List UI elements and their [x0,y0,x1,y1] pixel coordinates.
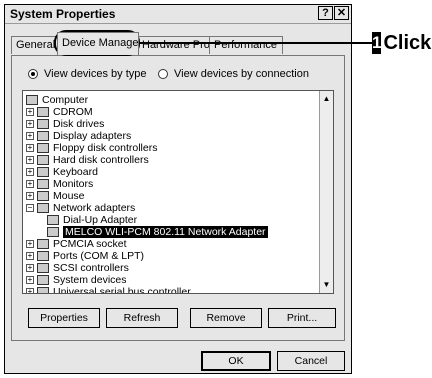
hard-disk-controller-icon [37,154,49,165]
refresh-button[interactable]: Refresh [106,308,178,328]
view-by-connection-label: View devices by connection [174,68,309,80]
expand-icon[interactable]: + [26,275,34,284]
expand-icon[interactable]: + [26,155,34,164]
help-button[interactable]: ? [318,6,333,20]
device-tree[interactable]: Computer + CDROM + Disk drives + Display… [22,90,334,294]
step-number: 1 [372,32,382,54]
monitor-icon [37,178,49,189]
device-manager-panel: View devices by type View devices by con… [11,55,345,341]
expand-icon[interactable]: + [26,167,34,176]
window-title: System Properties [10,7,116,21]
expand-icon[interactable]: + [26,191,34,200]
title-bar: System Properties ? ✕ [5,5,351,24]
scroll-down-icon[interactable]: ▼ [321,279,332,291]
collapse-icon[interactable]: − [26,203,34,212]
radio-selected-icon [28,69,38,79]
tab-performance[interactable]: Performance [209,36,283,54]
callout-pointer-line [140,42,376,44]
system-properties-dialog: System Properties ? ✕ General Device Man… [4,4,352,374]
tree-item[interactable]: + Universal serial bus controller [26,285,191,293]
expand-icon[interactable]: + [26,119,34,128]
expand-icon[interactable]: + [26,251,34,260]
close-button[interactable]: ✕ [334,6,349,20]
scroll-up-icon[interactable]: ▲ [321,93,332,105]
scsi-controller-icon [37,262,49,273]
tab-device-manager[interactable]: Device Manager [57,32,139,55]
radio-unselected-icon [158,69,168,79]
cancel-button[interactable]: Cancel [277,351,345,371]
remove-button[interactable]: Remove [190,308,262,328]
network-card-icon [47,214,59,225]
properties-button[interactable]: Properties [28,308,100,328]
ok-button[interactable]: OK [201,351,271,371]
network-adapter-icon [37,202,49,213]
step-callout: 1 Click [372,30,432,56]
tab-general[interactable]: General [11,36,59,54]
view-by-type-radio[interactable]: View devices by type [28,68,147,80]
network-card-icon [47,226,59,237]
expand-icon[interactable]: + [26,239,34,248]
expand-icon[interactable]: + [26,263,34,272]
tab-hardware-profiles[interactable]: Hardware Profiles [137,36,211,54]
disk-drive-icon [37,118,49,129]
expand-icon[interactable]: + [26,179,34,188]
mouse-icon [37,190,49,201]
cdrom-icon [37,106,49,117]
step-action: Click [383,31,432,54]
vertical-scrollbar[interactable]: ▲ ▼ [319,91,333,293]
display-adapter-icon [37,130,49,141]
view-by-type-label: View devices by type [44,68,147,80]
expand-icon[interactable]: + [26,107,34,116]
computer-icon [26,94,38,105]
expand-icon[interactable]: + [26,287,34,293]
ports-icon [37,250,49,261]
pcmcia-socket-icon [37,238,49,249]
expand-icon[interactable]: + [26,131,34,140]
keyboard-icon [37,166,49,177]
print-button[interactable]: Print... [268,308,336,328]
floppy-controller-icon [37,142,49,153]
usb-controller-icon [37,286,49,293]
expand-icon[interactable]: + [26,143,34,152]
view-by-connection-radio[interactable]: View devices by connection [158,68,309,80]
system-devices-icon [37,274,49,285]
